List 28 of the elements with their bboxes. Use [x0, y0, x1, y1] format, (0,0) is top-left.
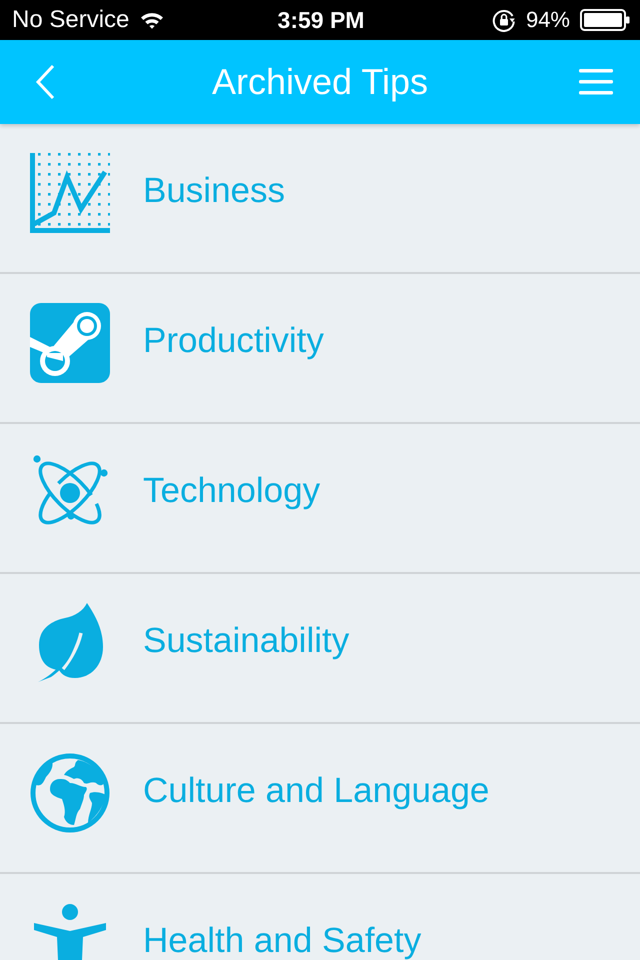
- category-row[interactable]: Sustainability: [0, 574, 640, 724]
- battery-icon: [580, 9, 630, 31]
- leaf-icon: [37, 603, 103, 683]
- category-row[interactable]: Health and Safety: [0, 874, 640, 960]
- globe-icon: [30, 753, 110, 833]
- linkage-tile-icon: [30, 303, 110, 383]
- status-time: 3:59 PM: [278, 8, 364, 32]
- wifi-icon: [140, 11, 164, 29]
- category-label: Technology: [143, 472, 320, 508]
- menu-icon: [579, 69, 613, 95]
- rotation-lock-icon: [492, 8, 516, 32]
- person-icon: [34, 903, 106, 960]
- menu-button[interactable]: [579, 69, 613, 95]
- battery-percent: 94%: [526, 9, 570, 31]
- category-row[interactable]: Productivity: [0, 274, 640, 424]
- category-row[interactable]: Technology: [0, 424, 640, 574]
- category-row[interactable]: Business: [0, 124, 640, 274]
- back-chevron-icon: [35, 65, 55, 99]
- back-button[interactable]: [35, 65, 55, 99]
- category-row[interactable]: Culture and Language: [0, 724, 640, 874]
- nav-title: Archived Tips: [210, 64, 430, 100]
- category-label: Culture and Language: [143, 772, 490, 808]
- category-label: Sustainability: [143, 622, 350, 658]
- category-label: Business: [143, 172, 286, 208]
- carrier-text: No Service: [12, 8, 130, 32]
- category-label: Productivity: [143, 322, 324, 358]
- line-chart-icon: [30, 153, 110, 233]
- category-label: Health and Safety: [143, 922, 422, 958]
